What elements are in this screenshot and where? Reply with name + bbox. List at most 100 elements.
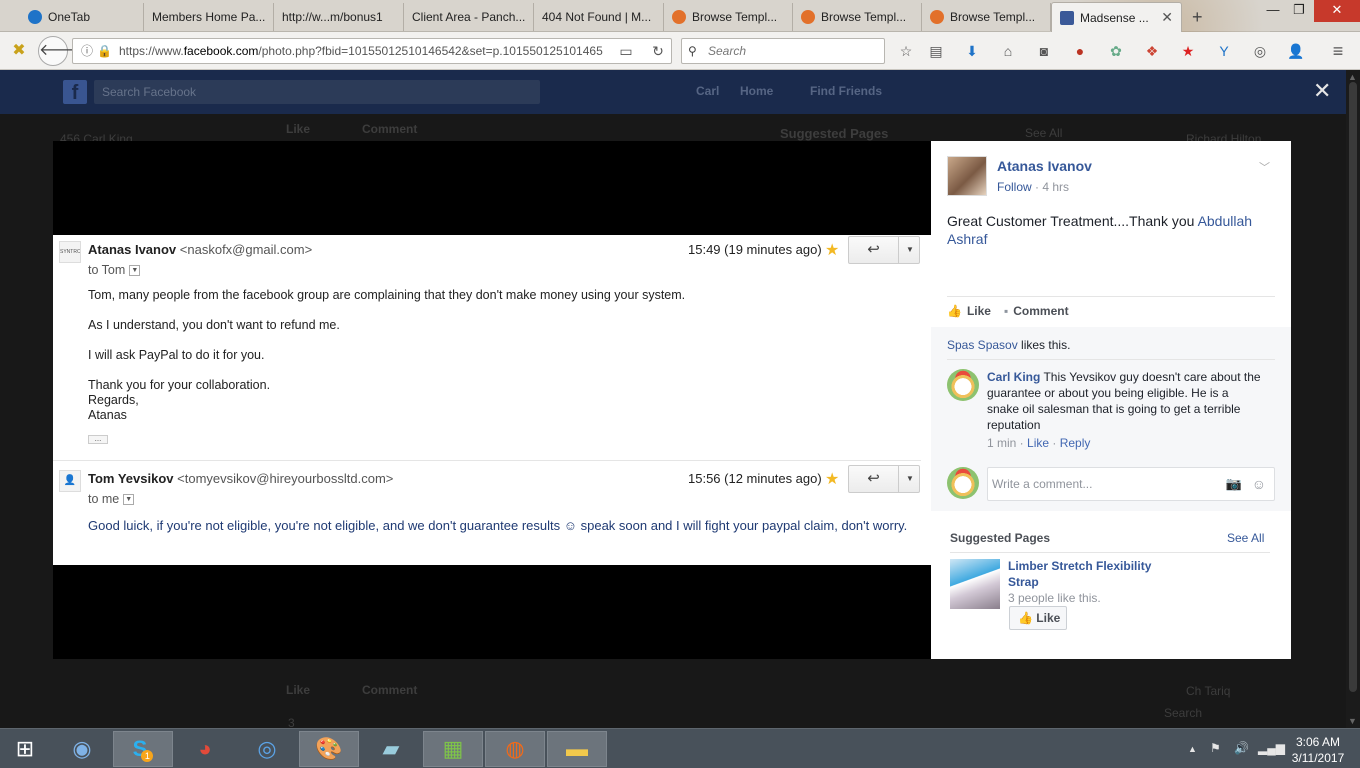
tab-404[interactable]: 404 Not Found | M...: [534, 3, 664, 31]
likes-suffix: likes this.: [1017, 338, 1071, 352]
browser-search-input[interactable]: ⚲ Search: [681, 38, 885, 64]
tab-client-area[interactable]: Client Area - Panch...: [404, 3, 534, 31]
comment-like-link[interactable]: Like: [1027, 436, 1049, 450]
body-line: Atanas: [88, 408, 127, 422]
commenter-avatar[interactable]: [947, 369, 979, 401]
page-scrollbar[interactable]: ▲ ▼: [1346, 70, 1360, 728]
sender-email: <tomyevsikov@hireyourbossltd.com>: [177, 471, 394, 486]
close-tab-icon[interactable]: ✕: [1153, 9, 1173, 26]
back-button-icon[interactable]: 🡐: [38, 36, 82, 66]
tab-label: OneTab: [48, 10, 91, 24]
skype-icon[interactable]: S 1: [113, 731, 173, 767]
bg-comment-2: Comment: [362, 683, 418, 697]
like-button[interactable]: 👍 Like: [947, 304, 991, 318]
tab-browse-templates-3[interactable]: Browse Templ...: [922, 3, 1051, 31]
info-icon[interactable]: ⓘ: [81, 39, 93, 63]
extension-icon[interactable]: ★: [1178, 41, 1198, 61]
reply-button: ↩ ▼: [848, 465, 920, 493]
sender-name: Tom Yevsikov: [88, 471, 174, 486]
tray-chevron-icon[interactable]: ▲: [1188, 744, 1197, 754]
skype-badge: 1: [141, 750, 154, 762]
scroll-up-icon[interactable]: ▲: [1348, 72, 1357, 82]
tab-browse-templates-2[interactable]: Browse Templ...: [793, 3, 922, 31]
url-prefix: https://www.: [119, 44, 184, 58]
message-divider: [53, 460, 921, 461]
body-line: Tom, many people from the facebook group…: [88, 288, 686, 302]
comment-reply-link[interactable]: Reply: [1060, 436, 1091, 450]
bg-chat-search: Search: [1164, 706, 1203, 720]
network-icon[interactable]: ▂▄▆: [1258, 741, 1285, 755]
paint-icon[interactable]: 🎨: [299, 731, 359, 767]
pocket-icon[interactable]: ◙: [1034, 41, 1054, 61]
system-clock[interactable]: 3:06 AM 3/11/2017: [1284, 734, 1352, 766]
page-thumbnail[interactable]: [950, 559, 1000, 609]
tab-bonus[interactable]: http://w...m/bonus1: [274, 3, 404, 31]
chrome-icon[interactable]: ◕: [175, 731, 235, 767]
home-icon[interactable]: ⌂: [998, 41, 1018, 61]
body-line: Thank you for your collaboration.: [88, 378, 271, 392]
see-all-link[interactable]: See All: [1227, 531, 1264, 545]
facebook-search-input[interactable]: Search Facebook: [94, 80, 540, 104]
tab-members-home[interactable]: Members Home Pa...: [144, 3, 274, 31]
menu-icon[interactable]: ≡: [1328, 41, 1348, 61]
liker-name[interactable]: Spas Spasov: [947, 338, 1018, 352]
extension-icon[interactable]: ✖: [6, 38, 32, 64]
like-label: Like: [966, 304, 991, 318]
page-like-button[interactable]: 👍 Like: [1009, 606, 1067, 630]
app-icon[interactable]: ◎: [237, 731, 297, 767]
app-icon[interactable]: ▰: [361, 731, 421, 767]
tab-madsense[interactable]: Madsense ... ✕: [1051, 2, 1182, 32]
tab-onetab[interactable]: OneTab: [20, 3, 144, 31]
flag-icon[interactable]: ⚑: [1210, 741, 1221, 755]
post-text: Great Customer Treatment....Thank you Ab…: [947, 212, 1267, 248]
likes-summary: Spas Spasov likes this.: [947, 338, 1070, 352]
camera-icon[interactable]: 📷: [1226, 468, 1242, 500]
post-body: Great Customer Treatment....Thank you: [947, 213, 1198, 229]
maximize-icon[interactable]: ❐: [1282, 0, 1316, 22]
tab-label: Members Home Pa...: [152, 10, 266, 24]
firefox-icon[interactable]: ◍: [485, 731, 545, 767]
facebook-logo-icon[interactable]: f: [63, 80, 87, 104]
comment-input[interactable]: Write a comment... 📷 ☺: [987, 467, 1275, 501]
post-author[interactable]: Atanas Ivanov: [997, 158, 1092, 174]
nav-home[interactable]: Home: [740, 84, 773, 98]
suggested-page-name[interactable]: Limber Stretch Flexibility Strap: [1008, 558, 1168, 590]
url-bar[interactable]: ⓘ 🔒 https://www.facebook.com/photo.php?f…: [72, 38, 672, 64]
comment-button[interactable]: ▪ Comment: [1004, 304, 1069, 318]
account-icon[interactable]: 👤: [1286, 41, 1306, 61]
scroll-thumb[interactable]: [1349, 82, 1357, 692]
post-options-icon[interactable]: ﹀: [1259, 159, 1270, 175]
emoji-icon[interactable]: ☺: [1252, 468, 1266, 500]
scroll-down-icon[interactable]: ▼: [1348, 716, 1357, 726]
reading-list-icon[interactable]: ▤: [926, 41, 946, 61]
comment-icon: ▪: [1004, 304, 1009, 318]
comment-author[interactable]: Carl King: [987, 370, 1040, 384]
onetab-extension-icon[interactable]: Y: [1214, 41, 1234, 61]
reload-icon[interactable]: ↻: [648, 41, 668, 61]
window-close-icon[interactable]: ✕: [1314, 0, 1360, 22]
email-screenshot-image: SYNTRONE Atanas Ivanov <naskofx@gmail.co…: [53, 235, 931, 565]
windows-start-icon[interactable]: ⊞: [0, 731, 50, 767]
extension-icon[interactable]: ✿: [1106, 41, 1126, 61]
user-avatar: [947, 467, 979, 499]
reader-view-icon[interactable]: ▭: [616, 41, 636, 61]
tab-label: Browse Templ...: [821, 10, 907, 24]
volume-icon[interactable]: 🔊: [1234, 741, 1249, 755]
sender-line: Tom Yevsikov <tomyevsikov@hireyourbosslt…: [88, 471, 393, 486]
nav-profile[interactable]: Carl: [696, 84, 719, 98]
bookmark-star-icon[interactable]: ☆: [896, 41, 916, 61]
download-icon[interactable]: ⬇: [962, 41, 982, 61]
close-photo-icon[interactable]: ✕: [1313, 80, 1331, 102]
extension-icon[interactable]: ◎: [1250, 41, 1270, 61]
author-avatar[interactable]: [947, 156, 987, 196]
k-extension-icon[interactable]: ●: [1070, 41, 1090, 61]
nav-find-friends[interactable]: Find Friends: [810, 84, 882, 98]
extension-icon[interactable]: ❖: [1142, 41, 1162, 61]
new-tab-button[interactable]: +: [1184, 3, 1212, 31]
app-icon[interactable]: ◉: [52, 731, 112, 767]
clock-time: 3:06 AM: [1295, 735, 1341, 749]
tab-browse-templates-1[interactable]: Browse Templ...: [664, 3, 793, 31]
follow-link[interactable]: Follow: [997, 180, 1032, 194]
file-explorer-icon[interactable]: ▬: [547, 731, 607, 767]
notepad-icon[interactable]: ▦: [423, 731, 483, 767]
